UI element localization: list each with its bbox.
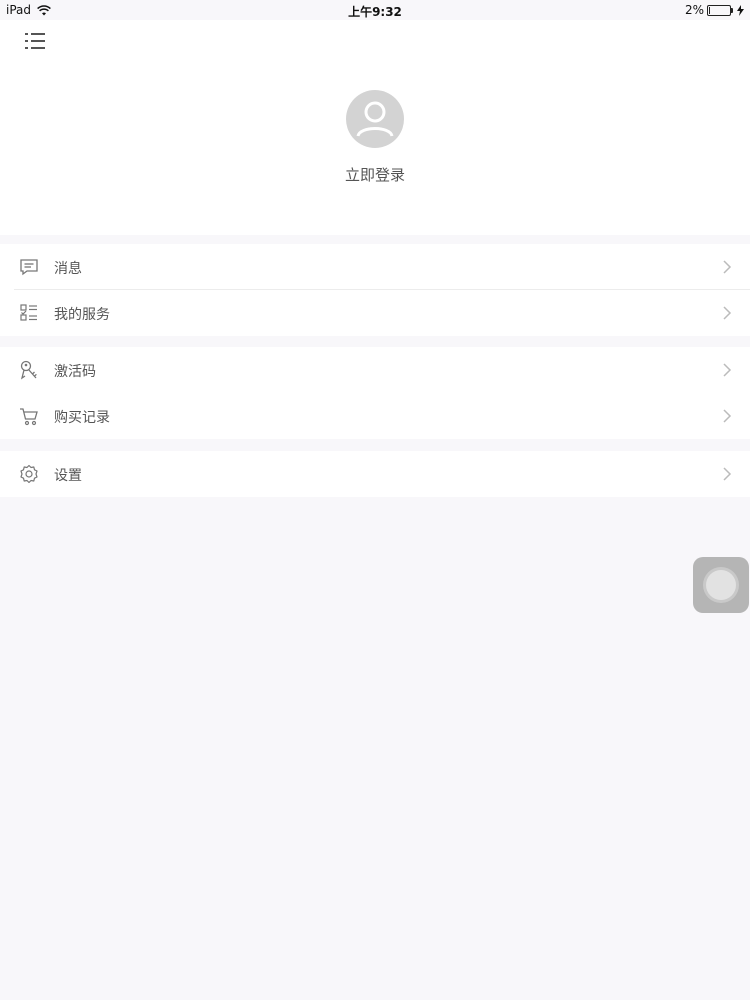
gear-icon: [20, 464, 38, 484]
chevron-right-icon: [723, 260, 732, 274]
menu-item-settings[interactable]: 设置: [0, 451, 750, 497]
chevron-right-icon: [723, 363, 732, 377]
menu-button[interactable]: [22, 30, 52, 52]
cart-icon: [20, 408, 38, 426]
menu-item-my-services[interactable]: 我的服务: [0, 290, 750, 336]
menu-item-purchase-history[interactable]: 购买记录: [0, 393, 750, 439]
menu-item-messages[interactable]: 消息: [0, 244, 750, 290]
charging-icon: [737, 4, 744, 16]
user-icon: [356, 101, 394, 137]
menu-group-1: 消息 我的服务: [0, 244, 750, 336]
list-menu-icon: [25, 33, 45, 49]
menu-group-3: 设置: [0, 451, 750, 497]
menu-item-label: 购买记录: [54, 410, 110, 426]
battery-icon: [707, 4, 733, 16]
checklist-icon: [20, 304, 37, 321]
menu-item-label: 消息: [54, 261, 82, 277]
avatar[interactable]: [346, 90, 404, 148]
profile-header: 立即登录: [0, 20, 750, 235]
menu-item-label: 设置: [54, 468, 82, 484]
chevron-right-icon: [723, 306, 732, 320]
menu-item-label: 激活码: [54, 364, 96, 380]
status-bar: iPad 上午9:32 2%: [0, 0, 750, 20]
assistive-touch-button[interactable]: [693, 557, 749, 613]
menu-group-2: 激活码 购买记录: [0, 347, 750, 439]
status-time: 上午9:32: [348, 5, 402, 19]
menu-item-label: 我的服务: [54, 307, 110, 323]
key-icon: [20, 360, 37, 380]
message-icon: [20, 259, 38, 276]
login-link[interactable]: 立即登录: [0, 164, 750, 185]
assistive-touch-icon: [706, 570, 736, 600]
chevron-right-icon: [723, 467, 732, 481]
status-right: 2%: [685, 3, 744, 17]
battery-percent: 2%: [684, 3, 704, 17]
menu-item-activation-code[interactable]: 激活码: [0, 347, 750, 393]
chevron-right-icon: [723, 409, 732, 423]
